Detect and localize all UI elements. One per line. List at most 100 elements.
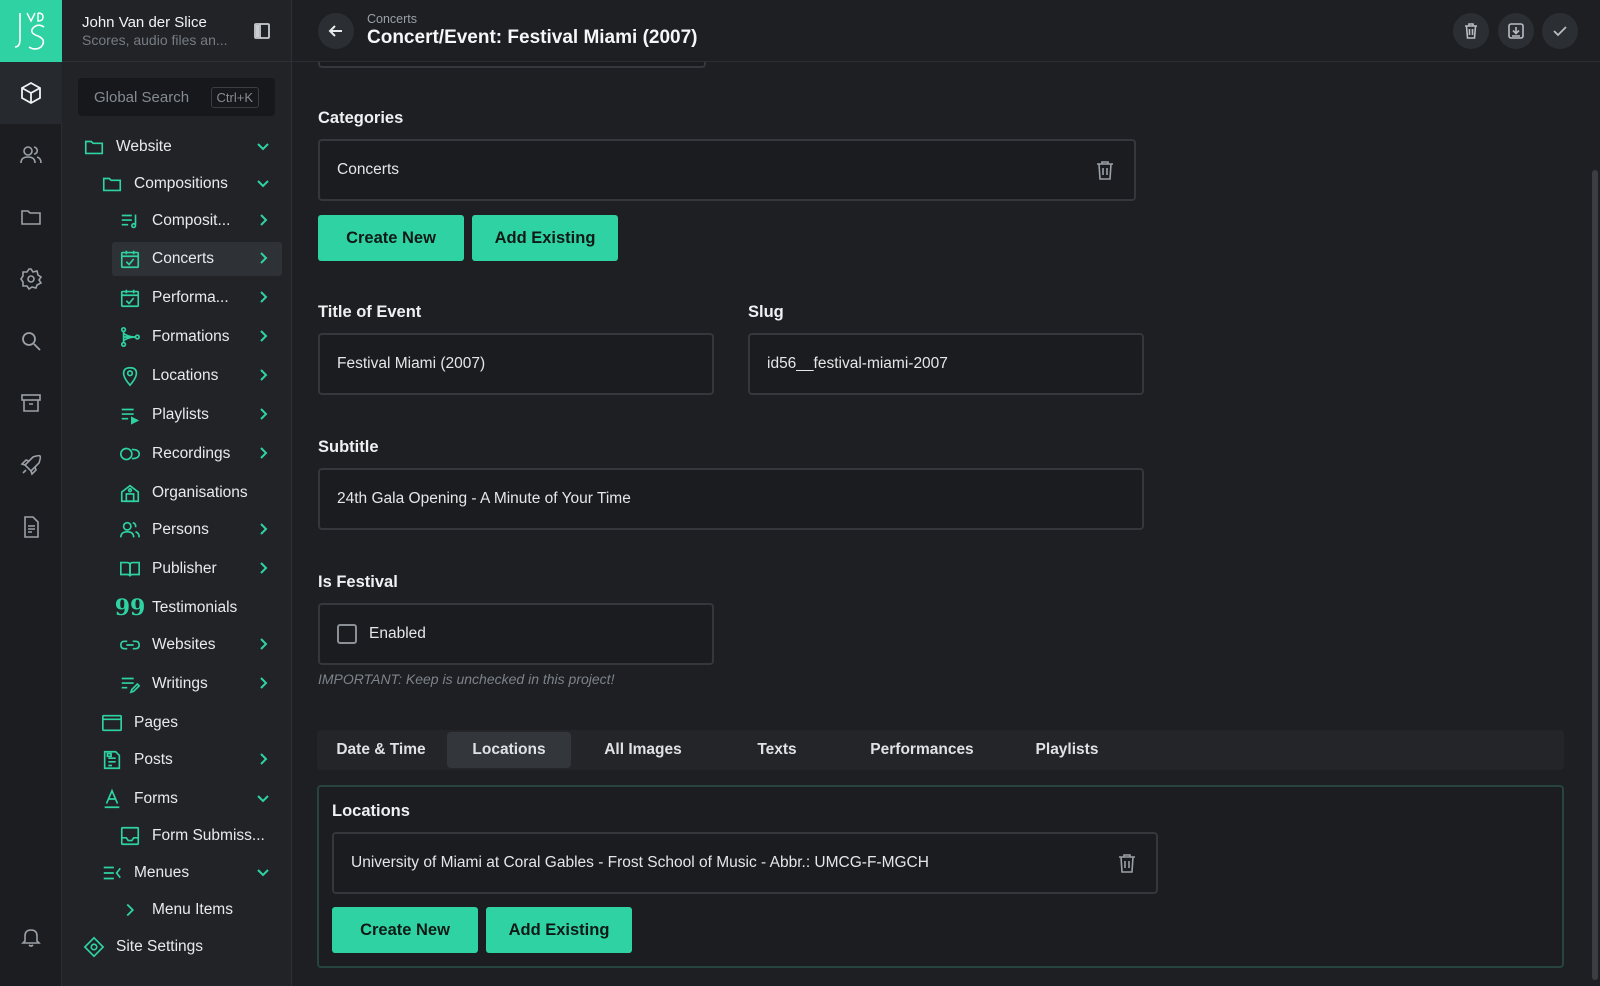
tree-label: Posts xyxy=(134,751,173,768)
tree-label: Menues xyxy=(134,864,190,881)
tree-testimonials[interactable]: 99 Testimonials xyxy=(115,591,282,625)
chevron-down-icon[interactable] xyxy=(254,174,272,192)
categories-create-new-button[interactable]: Create New xyxy=(318,215,464,261)
title-input[interactable]: Festival Miami (2007) xyxy=(318,333,714,395)
rail-users[interactable] xyxy=(0,124,62,186)
chevron-down-icon[interactable] xyxy=(254,863,272,881)
map-pin-icon xyxy=(118,364,142,388)
slug-value: id56__festival-miami-2007 xyxy=(767,355,948,372)
rail-documents[interactable] xyxy=(0,496,62,558)
slug-input[interactable]: id56__festival-miami-2007 xyxy=(748,333,1144,395)
subtitle-input[interactable]: 24th Gala Opening - A Minute of Your Tim… xyxy=(318,468,1144,530)
chevron-right-icon[interactable] xyxy=(254,327,272,345)
festival-label: Is Festival xyxy=(318,573,398,591)
chevron-right-icon[interactable] xyxy=(254,249,272,267)
tree-form-submissions[interactable]: Form Submiss... xyxy=(118,819,282,853)
festival-checkbox-label[interactable]: Enabled xyxy=(369,625,426,643)
tree-publisher[interactable]: Publisher xyxy=(118,552,282,586)
tree-websites[interactable]: Websites xyxy=(118,628,282,662)
tree-compositions-child[interactable]: Composit... xyxy=(118,204,282,238)
tree-label: Website xyxy=(116,138,172,155)
app-logo[interactable] xyxy=(0,0,62,62)
tree-locations[interactable]: Locations xyxy=(118,359,282,393)
rail-archive[interactable] xyxy=(0,372,62,434)
archive-icon xyxy=(21,394,41,412)
chevron-right-icon[interactable] xyxy=(254,288,272,306)
rail-content[interactable] xyxy=(0,62,62,124)
tree-menues[interactable]: Menues xyxy=(100,856,282,890)
chevron-right-icon[interactable] xyxy=(254,366,272,384)
scrollbar[interactable] xyxy=(1590,62,1600,986)
tree-menu-items[interactable]: Menu Items xyxy=(118,893,282,927)
trash-icon[interactable] xyxy=(1094,159,1116,181)
tree-performances[interactable]: Performa... xyxy=(118,281,282,315)
tree-recordings[interactable]: Recordings xyxy=(118,437,282,471)
tree-label: Performa... xyxy=(152,289,229,306)
rail-settings[interactable] xyxy=(0,248,62,310)
tab-all-images[interactable]: All Images xyxy=(581,732,705,768)
chevron-right-icon[interactable] xyxy=(254,405,272,423)
tree-compositions[interactable]: Compositions xyxy=(100,167,282,201)
search-placeholder: Global Search xyxy=(94,88,190,106)
arrow-left-icon xyxy=(328,25,342,37)
tree-label: Compositions xyxy=(134,175,228,192)
tree-forms[interactable]: Forms xyxy=(100,782,282,816)
tree-concerts[interactable]: Concerts xyxy=(112,242,282,276)
tree-label: Formations xyxy=(152,328,230,345)
rail-notifications[interactable] xyxy=(0,906,62,968)
back-button[interactable] xyxy=(318,13,354,49)
categories-add-existing-button[interactable]: Add Existing xyxy=(472,215,618,261)
categories-label: Categories xyxy=(318,109,404,127)
locations-add-existing-button[interactable]: Add Existing xyxy=(486,907,632,953)
user-header[interactable]: John Van der Slice Scores, audio files a… xyxy=(62,0,291,62)
tab-locations[interactable]: Locations xyxy=(447,732,571,768)
settings-diamond-icon xyxy=(82,935,106,959)
chevron-down-icon[interactable] xyxy=(254,137,272,155)
breadcrumb[interactable]: Concerts xyxy=(367,12,417,26)
tree-website[interactable]: Website xyxy=(82,130,282,164)
tree-persons[interactable]: Persons xyxy=(118,513,282,547)
chevron-right-icon[interactable] xyxy=(254,559,272,577)
chevron-right-icon[interactable] xyxy=(254,444,272,462)
scrollbar-thumb[interactable] xyxy=(1592,170,1598,980)
chevron-right-icon[interactable] xyxy=(254,635,272,653)
chevron-right-icon[interactable] xyxy=(254,674,272,692)
tab-texts[interactable]: Texts xyxy=(717,732,837,768)
chevron-right-icon[interactable] xyxy=(254,520,272,538)
tab-playlists[interactable]: Playlists xyxy=(1007,732,1127,768)
tree-label: Site Settings xyxy=(116,938,204,955)
tree-label: Concerts xyxy=(152,250,215,267)
location-field[interactable]: University of Miami at Coral Gables - Fr… xyxy=(332,832,1158,894)
sidebar-toggle-icon[interactable] xyxy=(253,22,271,40)
playlist-icon xyxy=(118,403,142,427)
delete-button[interactable] xyxy=(1453,13,1489,49)
save-button[interactable] xyxy=(1498,13,1534,49)
tree-playlists[interactable]: Playlists xyxy=(118,398,282,432)
rail-files[interactable] xyxy=(0,186,62,248)
tree-label: Forms xyxy=(134,790,178,807)
locations-create-new-button[interactable]: Create New xyxy=(332,907,478,953)
tree-writings[interactable]: Writings xyxy=(118,667,282,701)
tree-pages[interactable]: Pages xyxy=(100,706,282,740)
categories-field[interactable]: Concerts xyxy=(318,139,1136,201)
trash-icon[interactable] xyxy=(1116,852,1138,874)
search-icon xyxy=(22,332,41,351)
tree-formations[interactable]: Formations xyxy=(118,320,282,354)
festival-checkbox[interactable] xyxy=(337,624,357,644)
global-search[interactable]: Global Search Ctrl+K xyxy=(78,78,275,116)
chevron-right-icon[interactable] xyxy=(254,750,272,768)
chevron-down-icon[interactable] xyxy=(254,789,272,807)
tree-site-settings[interactable]: Site Settings xyxy=(82,930,282,964)
tree-label: Menu Items xyxy=(152,901,233,918)
tab-performances[interactable]: Performances xyxy=(847,732,997,768)
tab-date-time[interactable]: Date & Time xyxy=(321,732,441,768)
tree-organisations[interactable]: Organisations xyxy=(118,476,282,510)
publish-button[interactable] xyxy=(1542,13,1578,49)
chevron-right-icon[interactable] xyxy=(254,211,272,229)
title-value: Festival Miami (2007) xyxy=(337,355,486,372)
inbox-icon xyxy=(118,824,142,848)
folder-icon xyxy=(82,135,106,159)
rail-search[interactable] xyxy=(0,310,62,372)
rail-deploy[interactable] xyxy=(0,434,62,496)
tree-posts[interactable]: Posts xyxy=(100,743,282,777)
